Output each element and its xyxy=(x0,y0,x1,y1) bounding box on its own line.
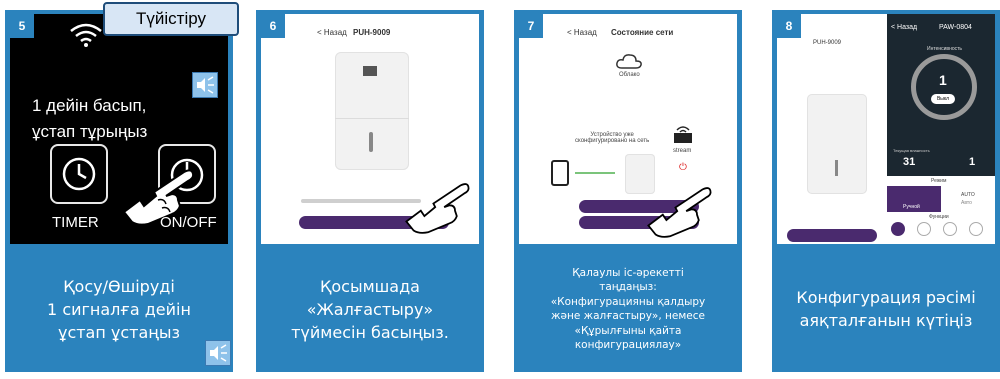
manual-mode-label: Ручной xyxy=(903,204,920,210)
router-icon xyxy=(674,126,692,143)
device-control-pane: < Назад PAW-0804 Интенсивность 1 Выкл Те… xyxy=(887,14,995,244)
power-symbol: ⏻ xyxy=(679,162,687,173)
step-6-panel: 6 < Назад PUH-9009 Қосымшада «Жалғастыру… xyxy=(256,10,484,372)
auto-mode-label[interactable]: AUTO xyxy=(961,192,975,198)
back-link[interactable]: < Назад xyxy=(317,28,347,37)
status-bar xyxy=(261,14,479,26)
instruction-line-1: 1 дейін басып, xyxy=(32,96,147,115)
off-button[interactable]: Выкл xyxy=(931,94,955,104)
humidity-value: 31 xyxy=(903,156,916,168)
back-link[interactable]: < Назад xyxy=(891,24,917,31)
step-6-caption: Қосымшада «Жалғастыру» түймесін басыңыз. xyxy=(291,276,449,342)
timer-label: TIMER xyxy=(52,214,99,231)
intensity-value: 1 xyxy=(939,72,947,88)
step-8-caption-box: Конфигурация рәсімі аяқталғанын күтіңіз xyxy=(772,246,1000,372)
pairing-tooltip: Түйістіру xyxy=(103,2,239,36)
step-7-caption: Қалаулы іс-әрекетті таңдаңыз: «Конфигура… xyxy=(550,266,706,352)
step-5-caption-box: Қосу/Өшіруді 1 сигналға дейін ұстап ұста… xyxy=(5,246,233,372)
pointing-hand-icon xyxy=(647,187,712,238)
left-app-title: PUH-9009 xyxy=(813,40,842,46)
instruction-line-2: ұстап тұрыңыз xyxy=(32,122,148,141)
cloud-label: Облако xyxy=(619,72,640,78)
timer-button[interactable] xyxy=(50,144,108,204)
step-number-badge: 5 xyxy=(10,14,34,38)
speaker-icon xyxy=(205,340,231,366)
step-number-badge: 6 xyxy=(261,14,285,38)
app-title: PAW-0804 xyxy=(939,24,972,31)
dehumidifier-image xyxy=(807,94,867,194)
status-bar xyxy=(519,14,737,26)
function-icon-3[interactable] xyxy=(943,222,957,236)
back-link[interactable]: < Назад xyxy=(567,28,597,37)
speaker-icon xyxy=(192,72,218,98)
function-icon-1[interactable] xyxy=(891,222,905,236)
wifi-icon xyxy=(70,23,102,47)
pointing-hand-icon xyxy=(405,183,470,234)
step-number-badge: 8 xyxy=(777,14,801,38)
cloud-icon xyxy=(616,54,642,69)
intensity-label: Интенсивность xyxy=(927,46,963,52)
function-icon-4[interactable] xyxy=(969,222,983,236)
function-icon-2[interactable] xyxy=(917,222,931,236)
step-5-caption: Қосу/Өшіруді 1 сигналға дейін ұстап ұста… xyxy=(47,276,191,342)
auto-mode-sublabel: Авто xyxy=(961,200,972,206)
app-title: Состояние сети xyxy=(611,28,674,37)
intensity-bottom-value: 1 xyxy=(969,156,976,168)
step-5-panel: 5 1 дейін басып, ұстап тұрыңыз TIMER ON/… xyxy=(5,10,233,372)
step-8-caption: Конфигурация рәсімі аяқталғанын күтіңіз xyxy=(796,288,976,330)
step-8-panel: 8 PUH-9009 < Назад PAW-0804 Интенсивност… xyxy=(772,10,1000,372)
functions-label: Функции xyxy=(929,214,949,220)
device-configured-text: Устройство уже сконфигурировано на сеть xyxy=(575,132,650,144)
onoff-label: ON/OFF xyxy=(160,214,217,231)
step-6-caption-box: Қосымшада «Жалғастыру» түймесін басыңыз. xyxy=(256,246,484,372)
app-title: PUH-9009 xyxy=(353,28,391,37)
step-7-screen: 7 < Назад Состояние сети Облако Устройст… xyxy=(519,14,737,244)
humidity-label: Текущая влажность xyxy=(893,148,930,153)
phone-icon xyxy=(551,160,569,186)
mode-label: Режим xyxy=(931,178,947,184)
dehumidifier-image xyxy=(335,52,409,170)
step-5-screen: 5 1 дейін басып, ұстап тұрыңыз TIMER ON/… xyxy=(10,14,228,244)
step-7-panel: 7 < Назад Состояние сети Облако Устройст… xyxy=(514,10,742,372)
mode-section: Режим Ручной AUTO Авто Функции xyxy=(887,176,995,244)
timer-clock-icon xyxy=(62,157,96,191)
step-number-badge: 7 xyxy=(519,14,543,38)
step-6-screen: 6 < Назад PUH-9009 xyxy=(261,14,479,244)
step-8-screen: 8 PUH-9009 < Назад PAW-0804 Интенсивност… xyxy=(777,14,995,244)
continue-button[interactable] xyxy=(787,229,877,242)
router-label: stream xyxy=(673,148,692,154)
connection-line xyxy=(575,172,615,174)
step-7-caption-box: Қалаулы іс-әрекетті таңдаңыз: «Конфигура… xyxy=(514,246,742,372)
